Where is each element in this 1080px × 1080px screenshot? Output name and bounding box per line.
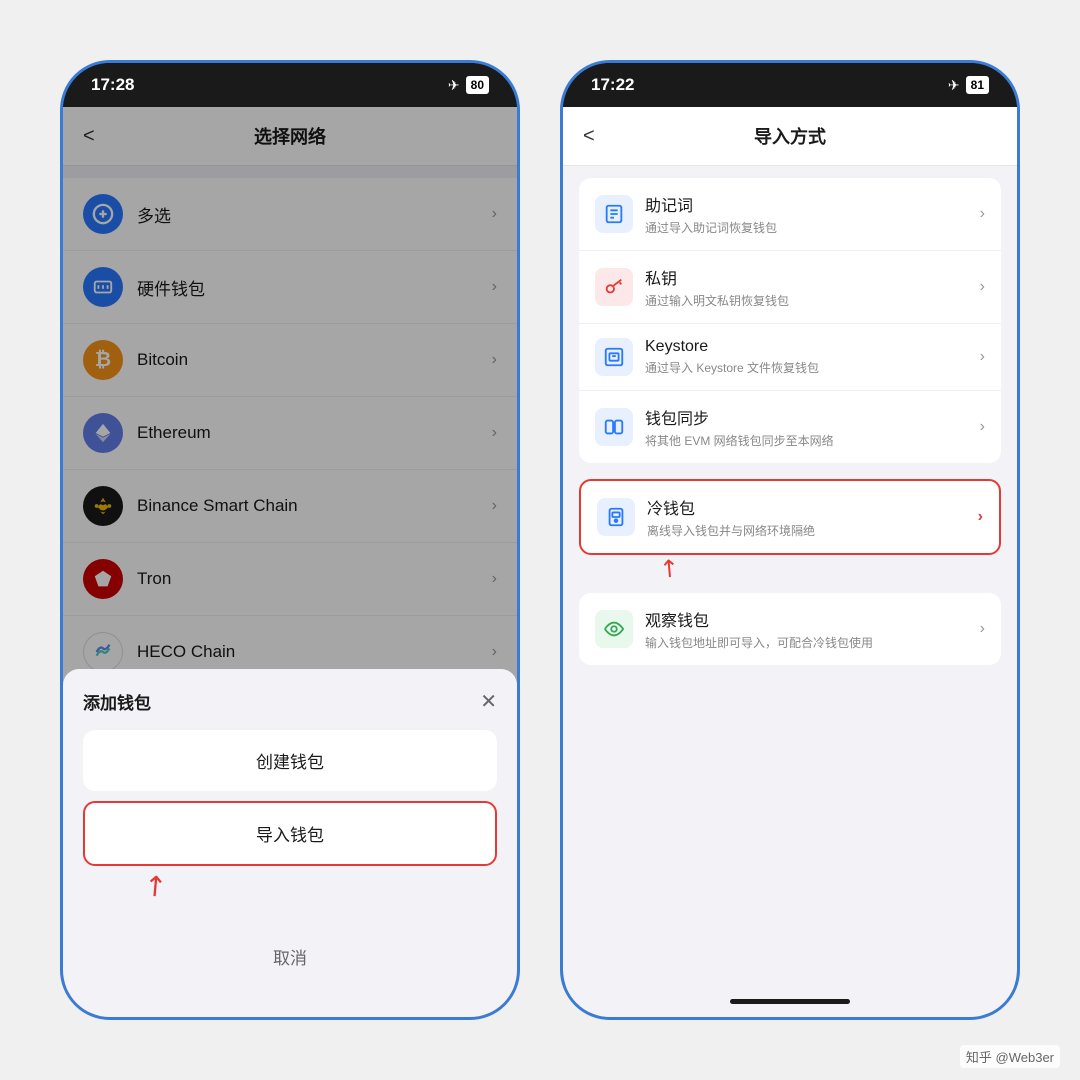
sheet-close-button[interactable]: ✕	[480, 689, 497, 714]
bottom-sheet: 添加钱包 ✕ 创建钱包 导入钱包 ↗ 取消	[63, 669, 517, 1017]
left-status-icons: ✈ 80	[448, 76, 489, 94]
coldwallet-text: 冷钱包 离线导入钱包并与网络环境隔绝	[647, 495, 978, 539]
import-list: 助记词 通过导入助记词恢复钱包 › 私钥	[563, 166, 1017, 985]
import-item-coldwallet[interactable]: 冷钱包 离线导入钱包并与网络环境隔绝 ›	[579, 479, 1001, 555]
privatekey-chevron: ›	[980, 278, 985, 296]
right-phone: 17:22 ✈ 81 < 导入方式	[560, 60, 1020, 1020]
right-screen: < 导入方式 助记词 通过导入	[563, 107, 1017, 1017]
mnemonic-desc: 通过导入助记词恢复钱包	[645, 219, 980, 236]
right-nav-header: < 导入方式	[563, 107, 1017, 166]
coldwallet-name: 冷钱包	[647, 495, 978, 519]
import-item-mnemonic[interactable]: 助记词 通过导入助记词恢复钱包 ›	[579, 178, 1001, 251]
left-status-bar: 17:28 ✈ 80	[63, 63, 517, 107]
keystore-text: Keystore 通过导入 Keystore 文件恢复钱包	[645, 338, 980, 376]
right-time: 17:22	[591, 75, 634, 95]
mnemonic-icon	[595, 195, 633, 233]
left-phone: 17:28 ✈ 80 < 选择网络 多选 ›	[60, 60, 520, 1020]
coldwallet-desc: 离线导入钱包并与网络环境隔绝	[647, 522, 978, 539]
right-back-button[interactable]: <	[583, 125, 595, 148]
privatekey-desc: 通过输入明文私钥恢复钱包	[645, 292, 980, 309]
watermark: 知乎 @Web3er	[960, 1045, 1060, 1068]
keystore-icon	[595, 338, 633, 376]
right-battery: 81	[966, 76, 989, 94]
watchonly-desc: 输入钱包地址即可导入，可配合冷钱包使用	[645, 634, 980, 651]
privatekey-text: 私钥 通过输入明文私钥恢复钱包	[645, 265, 980, 309]
right-status-bar: 17:22 ✈ 81	[563, 63, 1017, 107]
cancel-button[interactable]: 取消	[83, 926, 497, 987]
watchonly-name: 观察钱包	[645, 607, 980, 631]
sheet-header: 添加钱包 ✕	[83, 689, 497, 714]
mnemonic-chevron: ›	[980, 205, 985, 223]
sheet-title: 添加钱包	[83, 689, 151, 714]
overlay: 添加钱包 ✕ 创建钱包 导入钱包 ↗ 取消	[63, 107, 517, 1017]
walletsync-chevron: ›	[980, 418, 985, 436]
mnemonic-text: 助记词 通过导入助记词恢复钱包	[645, 192, 980, 236]
import-group-2: 观察钱包 输入钱包地址即可导入，可配合冷钱包使用 ›	[579, 593, 1001, 665]
watchonly-chevron: ›	[980, 620, 985, 638]
right-home-indicator	[563, 985, 1017, 1017]
import-wallet-button[interactable]: 导入钱包	[83, 801, 497, 866]
import-item-watchonly[interactable]: 观察钱包 输入钱包地址即可导入，可配合冷钱包使用 ›	[579, 593, 1001, 665]
walletsync-name: 钱包同步	[645, 405, 980, 429]
mnemonic-name: 助记词	[645, 192, 980, 216]
create-wallet-button[interactable]: 创建钱包	[83, 730, 497, 791]
keystore-desc: 通过导入 Keystore 文件恢复钱包	[645, 359, 980, 376]
right-airplane-icon: ✈	[948, 77, 960, 94]
left-battery: 80	[466, 76, 489, 94]
import-item-keystore[interactable]: Keystore 通过导入 Keystore 文件恢复钱包 ›	[579, 324, 1001, 391]
walletsync-desc: 将其他 EVM 网络钱包同步至本网络	[645, 432, 980, 449]
walletsync-icon	[595, 408, 633, 446]
right-status-icons: ✈ 81	[948, 76, 989, 94]
right-page-title: 导入方式	[754, 123, 826, 149]
right-home-bar	[730, 999, 850, 1004]
privatekey-icon	[595, 268, 633, 306]
privatekey-name: 私钥	[645, 265, 980, 289]
import-group-1: 助记词 通过导入助记词恢复钱包 › 私钥	[579, 178, 1001, 463]
coldwallet-icon	[597, 498, 635, 536]
airplane-icon: ✈	[448, 77, 460, 94]
coldwallet-chevron: ›	[978, 508, 983, 526]
left-time: 17:28	[91, 75, 134, 95]
left-screen: < 选择网络 多选 ›	[63, 107, 517, 1017]
watchonly-icon	[595, 610, 633, 648]
keystore-chevron: ›	[980, 348, 985, 366]
watchonly-text: 观察钱包 输入钱包地址即可导入，可配合冷钱包使用	[645, 607, 980, 651]
walletsync-text: 钱包同步 将其他 EVM 网络钱包同步至本网络	[645, 405, 980, 449]
import-item-privatekey[interactable]: 私钥 通过输入明文私钥恢复钱包 ›	[579, 251, 1001, 324]
import-item-walletsync[interactable]: 钱包同步 将其他 EVM 网络钱包同步至本网络 ›	[579, 391, 1001, 463]
keystore-name: Keystore	[645, 338, 980, 356]
